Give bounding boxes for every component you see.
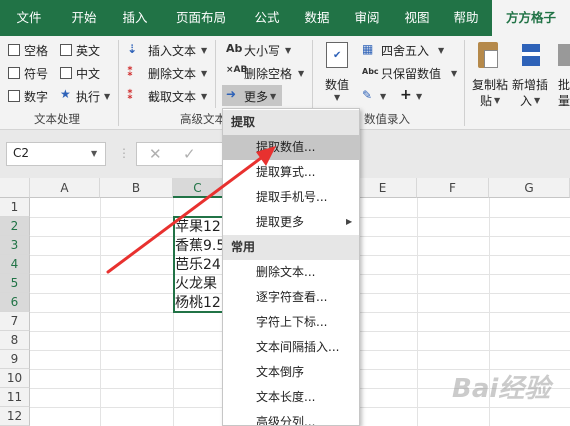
arrow-shaft [106,153,267,274]
annotation-arrow [106,146,276,274]
watermark-logo: Bai经验 [452,374,551,404]
arrow-head [256,146,276,166]
